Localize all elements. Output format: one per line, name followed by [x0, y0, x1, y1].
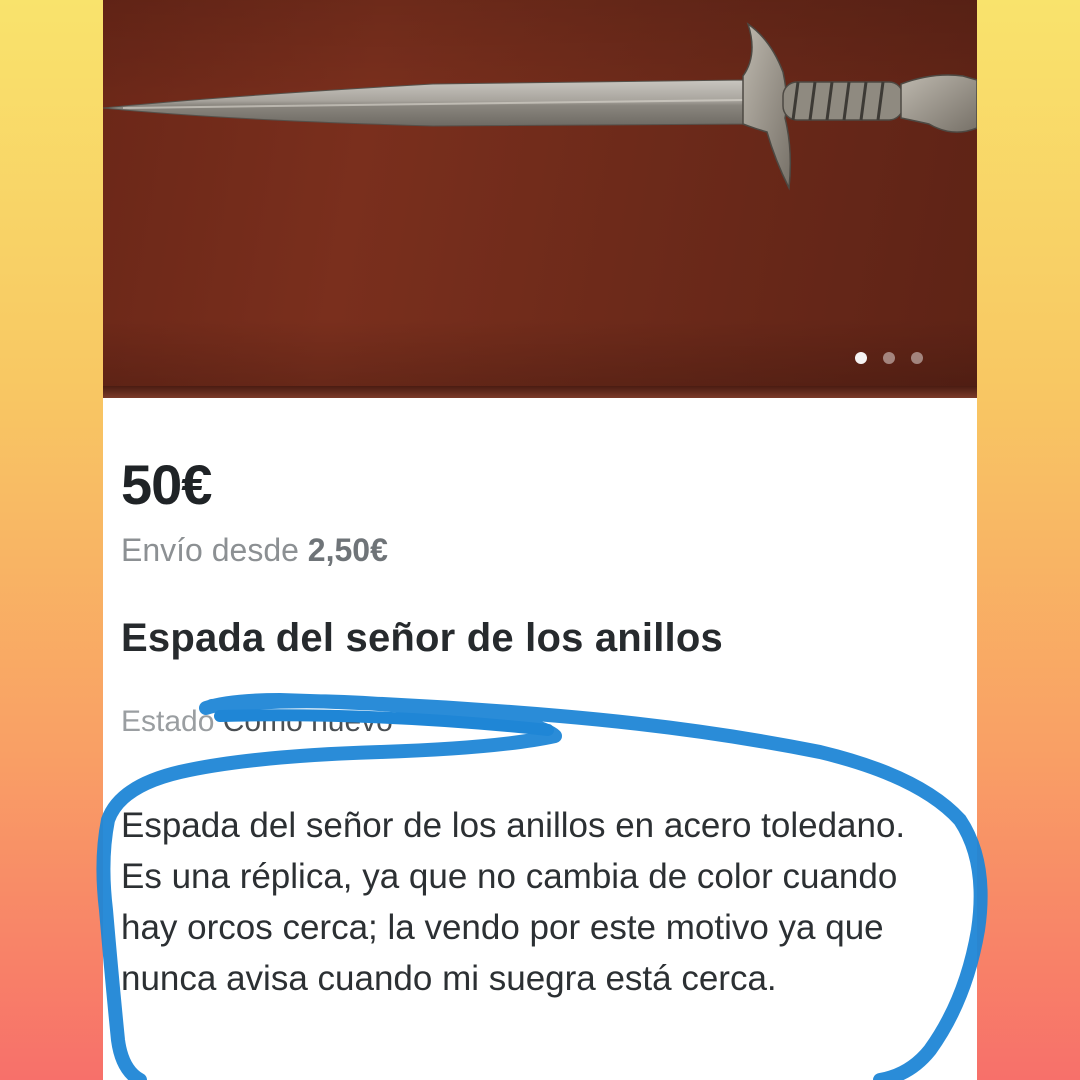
condition-value: Como nuevo — [222, 705, 393, 738]
shipping-price: 2,50€ — [307, 532, 388, 568]
gallery-pagination[interactable] — [855, 352, 923, 364]
listing-description: Espada del señor de los anillos en acero… — [121, 806, 906, 998]
gallery-dot[interactable] — [855, 352, 867, 364]
shipping-label: Envío desde — [121, 532, 299, 568]
shipping-info: Envío desde 2,50€ — [121, 532, 388, 569]
sword-image — [103, 22, 977, 191]
product-photo[interactable] — [103, 0, 977, 398]
price: 50€ — [121, 453, 212, 516]
gallery-dot[interactable] — [883, 352, 895, 364]
condition-row: Estado Como nuevo — [121, 705, 393, 739]
listing-title: Espada del señor de los anillos — [121, 616, 723, 660]
gallery-dot[interactable] — [911, 352, 923, 364]
listing-card: 50€ Envío desde 2,50€ Espada del señor d… — [103, 0, 977, 1080]
condition-label: Estado — [121, 705, 215, 738]
photo-edge — [103, 386, 977, 398]
